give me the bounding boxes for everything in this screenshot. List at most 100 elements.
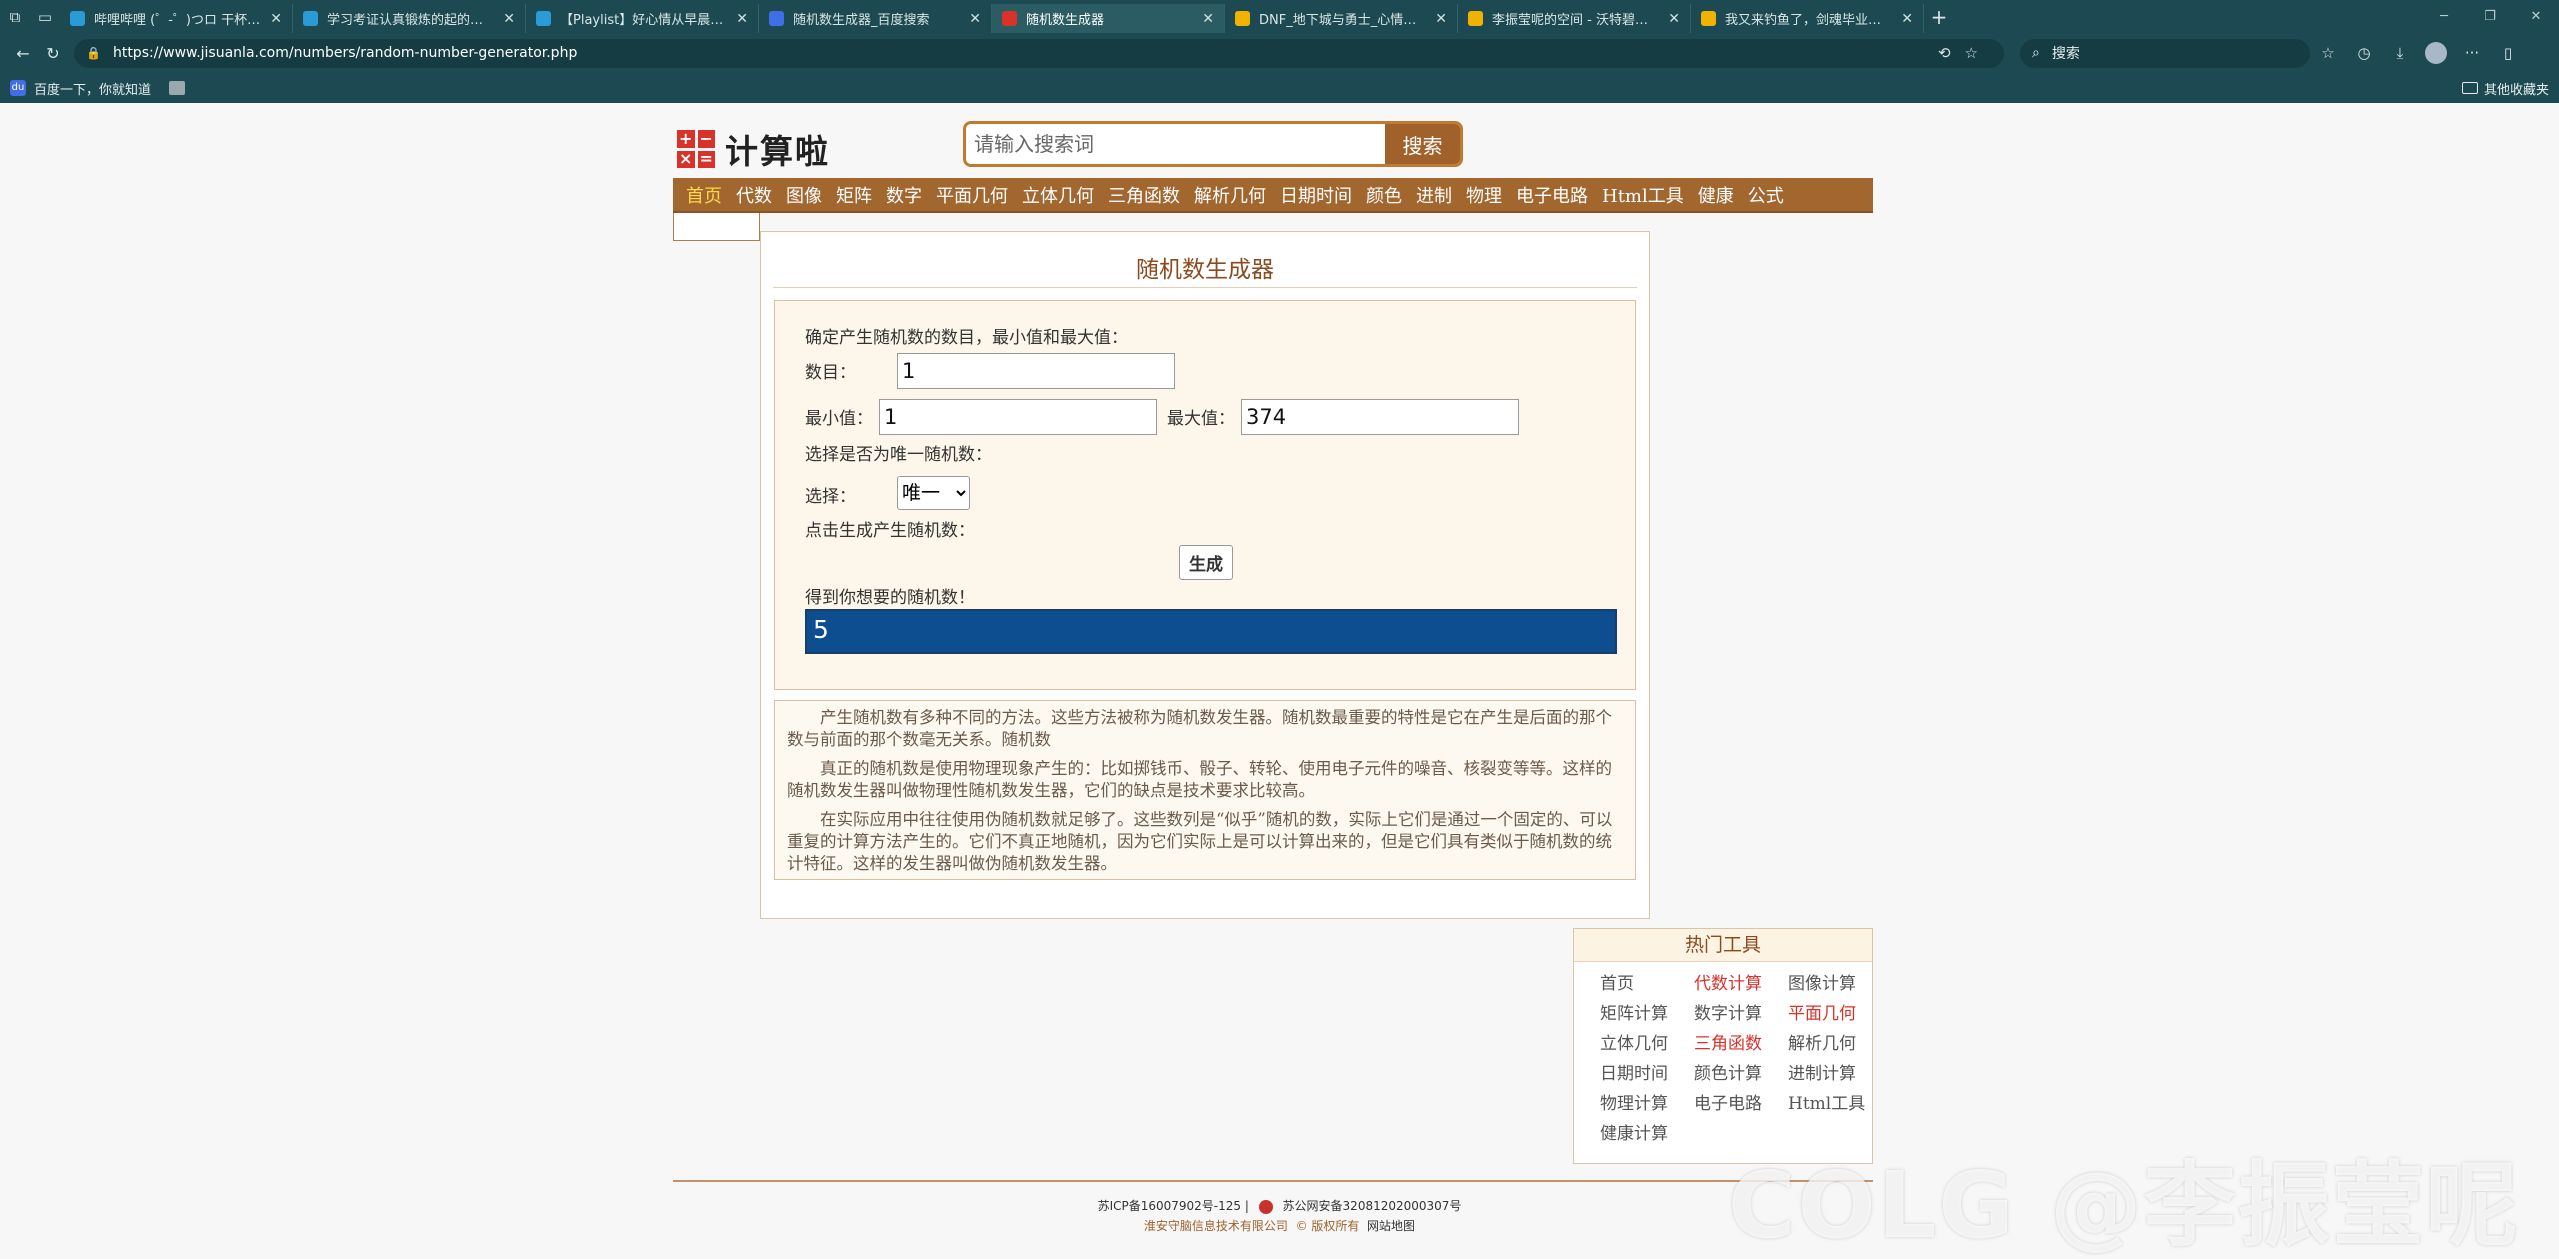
profile-avatar[interactable] <box>2425 42 2447 64</box>
hot-tool-link[interactable]: 颜色计算 <box>1694 1062 1788 1086</box>
browser-tab[interactable]: 李振莹呢的空间 - 沃特碧们的Colg ✕ <box>1458 4 1691 33</box>
back-icon[interactable]: ← <box>8 44 38 63</box>
page-title: 随机数生成器 <box>1136 257 1274 283</box>
site-search-button[interactable]: 搜索 <box>1385 124 1460 164</box>
tab-close-icon[interactable]: ✕ <box>1435 11 1447 27</box>
tab-favicon-icon <box>769 11 784 26</box>
logo-times: × <box>677 150 695 168</box>
tab-close-icon[interactable]: ✕ <box>736 11 748 27</box>
hot-tool-link[interactable]: 解析几何 <box>1788 1032 1882 1056</box>
tab-close-icon[interactable]: ✕ <box>1901 11 1913 27</box>
sitemap-link[interactable]: 网站地图 <box>1367 1219 1415 1233</box>
nav-item[interactable]: 矩阵 <box>836 182 872 208</box>
nav-item[interactable]: 颜色 <box>1366 182 1402 208</box>
hot-tool-link[interactable]: 日期时间 <box>1600 1062 1694 1086</box>
new-tab-button[interactable]: + <box>1924 5 1954 29</box>
download-icon[interactable]: ⤓ <box>2382 44 2418 62</box>
hot-tool-link[interactable]: 物理计算 <box>1600 1092 1694 1116</box>
history-icon[interactable]: ◷ <box>2346 44 2382 62</box>
hot-tool-link[interactable]: 代数计算 <box>1694 972 1788 996</box>
hot-tools-grid: 首页 代数计算 图像计算 矩阵计算 数字计算 平面几何 立体几何 三角函数 解析几何 日期时间 颜色… <box>1574 962 1872 1146</box>
tab-actions-icon[interactable]: ▭ <box>30 0 60 33</box>
url-field[interactable]: 🔒 https://www.jisuanla.com/numbers/rando… <box>74 38 2004 68</box>
refresh-icon[interactable]: ↻ <box>38 44 68 63</box>
max-input[interactable] <box>1241 399 1519 435</box>
nav-item[interactable]: Html工具 <box>1602 182 1684 208</box>
workspaces-icon[interactable]: ⧉ <box>0 0 30 33</box>
browser-tab[interactable]: 哔哩哔哩 (゜-゜)つロ 干杯~-bilibi ✕ <box>60 4 293 33</box>
favorite-baidu[interactable]: 百度一下，你就知道 <box>34 79 151 98</box>
nav-item[interactable]: 三角函数 <box>1108 182 1180 208</box>
nav-item[interactable]: 健康 <box>1698 182 1734 208</box>
icp-link[interactable]: 苏ICP备16007902号-125 | <box>1098 1199 1249 1213</box>
tab-close-icon[interactable]: ✕ <box>1202 11 1214 27</box>
nav-item[interactable]: 代数 <box>736 182 772 208</box>
hot-tool-link[interactable]: 图像计算 <box>1788 972 1882 996</box>
browser-tab[interactable]: 【Playlist】好心情从早晨开始的 ✕ <box>526 4 759 33</box>
hot-tool-link[interactable]: 立体几何 <box>1600 1032 1694 1056</box>
baidu-icon: du <box>10 80 26 96</box>
subnav-box <box>673 213 760 241</box>
browser-search-field[interactable]: ⌕ 搜索 <box>2020 38 2310 68</box>
tab-favicon-icon <box>536 11 551 26</box>
more-icon[interactable]: ··· <box>2454 44 2490 62</box>
nav-item[interactable]: 公式 <box>1748 182 1784 208</box>
hot-tool-link[interactable]: 首页 <box>1600 972 1694 996</box>
read-aloud-favorite-icons[interactable]: ⟲☆ <box>1938 44 1992 62</box>
logo-equals: = <box>697 150 715 168</box>
sidebar-icon[interactable]: ▯ <box>2490 44 2526 62</box>
browser-tab[interactable]: 学习考证认真锻炼的起的个人空间 ✕ <box>293 4 526 33</box>
company-link[interactable]: 淮安守脑信息技术有限公司 <box>1144 1219 1288 1233</box>
description-paragraph: 产生随机数有多种不同的方法。这些方法被称为随机数发生器。随机数最重要的特性是它在… <box>787 708 1612 749</box>
other-favorites[interactable]: 其他收藏夹 <box>2461 79 2549 98</box>
nav-item[interactable]: 立体几何 <box>1022 182 1094 208</box>
address-bar: ← ↻ 🔒 https://www.jisuanla.com/numbers/r… <box>0 33 2559 73</box>
maximize-icon[interactable]: ❐ <box>2467 9 2513 24</box>
hot-tool-link[interactable]: 矩阵计算 <box>1600 1002 1694 1026</box>
nav-item[interactable]: 图像 <box>786 182 822 208</box>
site-logo[interactable]: + − × = 计算啦 <box>677 125 830 173</box>
tab-close-icon[interactable]: ✕ <box>969 11 981 27</box>
nav-item[interactable]: 平面几何 <box>936 182 1008 208</box>
description-paragraph: 真正的随机数是使用物理现象产生的：比如掷钱币、骰子、转轮、使用电子元件的噪音、核… <box>787 759 1612 800</box>
logo-minus: − <box>697 130 715 148</box>
tab-close-icon[interactable]: ✕ <box>1668 11 1680 27</box>
hot-tool-link[interactable]: Html工具 <box>1788 1092 1882 1116</box>
tab-close-icon[interactable]: ✕ <box>503 11 515 27</box>
random-generator-form: 确定产生随机数的数目，最小值和最大值： 数目： 最小值： 最大值： 选择是否为唯… <box>774 300 1636 690</box>
result-output[interactable]: 5 <box>805 609 1617 654</box>
browser-tab[interactable]: 随机数生成器_百度搜索 ✕ <box>759 4 992 33</box>
generate-button[interactable]: 生成 <box>1179 545 1233 580</box>
browser-tab[interactable]: 随机数生成器 ✕ <box>992 4 1225 33</box>
hot-tool-link[interactable]: 数字计算 <box>1694 1002 1788 1026</box>
favorites-icon[interactable]: ☆ <box>2310 44 2346 62</box>
nav-item[interactable]: 日期时间 <box>1280 182 1352 208</box>
hot-tool-link[interactable]: 健康计算 <box>1600 1122 1694 1146</box>
hot-tool-link[interactable]: 三角函数 <box>1694 1032 1788 1056</box>
title-divider <box>773 287 1637 288</box>
nav-item[interactable]: 首页 <box>686 182 722 208</box>
tab-title: 随机数生成器_百度搜索 <box>793 13 930 28</box>
browser-tab[interactable]: DNF_地下城与勇士_心情咖啡屋_ ✕ <box>1225 4 1458 33</box>
nav-item[interactable]: 进制 <box>1416 182 1452 208</box>
hot-tool-link[interactable]: 电子电路 <box>1694 1092 1788 1116</box>
browser-tab[interactable]: 我又来钓鱼了，剑魂毕业了。发 ✕ <box>1691 4 1924 33</box>
lock-icon: 🔒 <box>86 46 101 60</box>
unique-select[interactable]: 唯一 <box>897 476 970 510</box>
tab-close-icon[interactable]: ✕ <box>270 11 282 27</box>
close-window-icon[interactable]: ✕ <box>2513 9 2559 24</box>
min-input[interactable] <box>879 399 1157 435</box>
hot-tool-link[interactable]: 平面几何 <box>1788 1002 1882 1026</box>
count-input[interactable] <box>897 353 1175 389</box>
nav-item[interactable]: 物理 <box>1466 182 1502 208</box>
apps-icon[interactable] <box>169 81 186 95</box>
tab-strip: 哔哩哔哩 (゜-゜)つロ 干杯~-bilibi ✕ 学习考证认真锻炼的起的个人空间 ✕… <box>60 0 1924 33</box>
police-link[interactable]: 苏公网安备32081202000307号 <box>1283 1199 1462 1213</box>
site-search-input[interactable] <box>966 124 1385 164</box>
nav-item[interactable]: 解析几何 <box>1194 182 1266 208</box>
minimize-icon[interactable]: ─ <box>2421 9 2467 24</box>
nav-item[interactable]: 电子电路 <box>1516 182 1588 208</box>
nav-item[interactable]: 数字 <box>886 182 922 208</box>
hot-tool-link[interactable]: 进制计算 <box>1788 1062 1882 1086</box>
rights-text: © 版权所有 <box>1295 1219 1360 1233</box>
